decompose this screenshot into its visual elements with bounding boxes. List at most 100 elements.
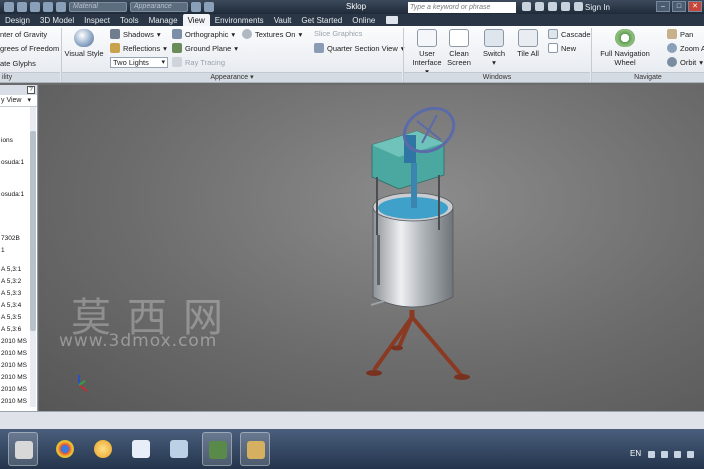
cascade-button[interactable]: Cascade	[548, 29, 591, 39]
zoom-all-button[interactable]: Zoom A	[667, 43, 704, 53]
tree-item[interactable]: 2010 MS	[1, 386, 27, 393]
tree-item[interactable]: 1	[1, 247, 5, 254]
communication-icon[interactable]	[548, 2, 557, 11]
tree-item[interactable]: A 5,3:3	[1, 290, 21, 297]
switch-window-button[interactable]: Switch ▾	[480, 29, 508, 67]
tree-item[interactable]: ions	[1, 137, 13, 144]
browser-view-select[interactable]: y View	[0, 95, 37, 107]
volume-icon[interactable]	[661, 451, 668, 458]
taskbar-inventor[interactable]	[240, 432, 270, 466]
tab-vault[interactable]: Vault	[269, 14, 297, 26]
search-icon[interactable]	[522, 2, 531, 11]
minimize-button[interactable]: –	[656, 1, 670, 12]
help-search-input[interactable]: Type a keyword or phrase	[408, 2, 516, 13]
user-interface-button[interactable]: User Interface ▾	[410, 29, 444, 76]
subscription-icon[interactable]	[535, 2, 544, 11]
tab-3d-model[interactable]: 3D Model	[35, 14, 79, 26]
appearance-panel-label[interactable]: Appearance ▾	[62, 72, 402, 82]
taskbar-calculator[interactable]	[164, 432, 194, 466]
pan-icon	[667, 29, 677, 39]
select-icon[interactable]	[43, 2, 53, 12]
tab-view[interactable]: View	[182, 14, 210, 26]
return-icon[interactable]	[56, 2, 66, 12]
taskbar-notepad[interactable]	[126, 432, 156, 466]
taskbar-app-orange[interactable]	[88, 432, 118, 466]
tab-online[interactable]: Online	[347, 14, 380, 26]
tile-all-button[interactable]: Tile All	[513, 29, 543, 58]
tab-inspect[interactable]: Inspect	[79, 14, 115, 26]
new-window-button[interactable]: New	[548, 43, 576, 53]
shadows-button[interactable]: Shadows ▾	[110, 29, 161, 39]
slice-graphics-button[interactable]: Slice Graphics	[314, 29, 362, 38]
inventor-icon	[247, 441, 265, 459]
taskbar-chrome[interactable]	[50, 432, 80, 466]
tab-design[interactable]: Design	[0, 14, 35, 26]
lighting-style-select[interactable]: Two Lights	[110, 57, 168, 68]
tree-item[interactable]: 2010 MS	[1, 338, 27, 345]
close-button[interactable]: ✕	[688, 1, 702, 12]
browser-help-icon[interactable]: ?	[27, 86, 35, 94]
material-dropdown[interactable]: Material	[69, 2, 127, 12]
taskbar-media-player[interactable]	[8, 432, 38, 466]
taskbar-remote-desktop[interactable]	[202, 432, 232, 466]
model-canvas[interactable]	[39, 85, 704, 411]
ground-plane-button[interactable]: Ground Plane ▾	[172, 43, 238, 53]
ribbon-options-icon[interactable]	[386, 16, 399, 24]
pan-button[interactable]: Pan	[667, 29, 693, 39]
tree-item[interactable]: 2010 MS	[1, 350, 27, 357]
user-interface-icon	[417, 29, 437, 47]
tree-item[interactable]: 2010 MS	[1, 398, 27, 405]
language-indicator[interactable]: EN	[630, 449, 641, 458]
tree-item[interactable]: 2010 MS	[1, 362, 27, 369]
media-player-icon	[15, 441, 33, 459]
tree-item[interactable]: A 5,3:6	[1, 326, 21, 333]
tree-item[interactable]: osuda:1	[1, 191, 24, 198]
glyphs-toggle[interactable]: ate Glyphs	[0, 59, 36, 68]
visual-style-button[interactable]: Visual Style	[64, 29, 104, 58]
center-of-gravity-toggle[interactable]: nter of Gravity	[0, 30, 47, 39]
tree-item[interactable]: A 5,3:5	[1, 314, 21, 321]
orbit-button[interactable]: Orbit ▾	[667, 57, 703, 67]
ray-tracing-button[interactable]: Ray Tracing	[172, 57, 225, 67]
reflections-button[interactable]: Reflections ▾	[110, 43, 167, 53]
tab-environments[interactable]: Environments	[210, 14, 269, 26]
remote-desktop-icon	[209, 441, 227, 459]
degrees-of-freedom-toggle[interactable]: grees of Freedom	[0, 44, 59, 53]
flag-icon[interactable]	[687, 451, 694, 458]
tab-get-started[interactable]: Get Started	[296, 14, 347, 26]
tree-item[interactable]: A 5,3:2	[1, 278, 21, 285]
ground-plane-icon	[172, 43, 182, 53]
quick-access-toolbar: Material Appearance	[4, 2, 214, 12]
textures-on-button[interactable]: Textures On ▾	[242, 29, 302, 39]
full-navigation-wheel-button[interactable]: Full Navigation Wheel	[596, 29, 654, 67]
favorites-icon[interactable]	[561, 2, 570, 11]
network-icon[interactable]	[674, 451, 681, 458]
tree-item[interactable]: A 5,3:1	[1, 266, 21, 273]
measure-icon[interactable]	[204, 2, 214, 12]
app-menu-icon[interactable]	[4, 2, 14, 12]
stand	[366, 310, 470, 380]
taskbar	[0, 429, 704, 469]
quarter-section-view-button[interactable]: Quarter Section View▾	[314, 43, 405, 53]
browser-scrollbar[interactable]	[30, 107, 36, 407]
maximize-button[interactable]: □	[672, 1, 686, 12]
tree-item[interactable]: osuda:1	[1, 159, 24, 166]
clean-screen-button[interactable]: Clean Screen	[444, 29, 474, 67]
tab-tools[interactable]: Tools	[115, 14, 144, 26]
tray-arrow-icon[interactable]	[648, 451, 655, 458]
tree-item[interactable]: A 5,3:4	[1, 302, 21, 309]
new-window-icon	[548, 43, 558, 53]
redo-icon[interactable]	[30, 2, 40, 12]
graphics-viewport[interactable]: 莫西网 www.3dmox.com	[39, 85, 704, 411]
undo-icon[interactable]	[17, 2, 27, 12]
view-triad	[78, 375, 88, 392]
tree-item[interactable]: 7302B	[1, 235, 20, 242]
appearance-dropdown[interactable]: Appearance	[130, 2, 188, 12]
scrollbar-thumb[interactable]	[30, 131, 36, 331]
orthographic-button[interactable]: Orthographic ▾	[172, 29, 235, 39]
clear-appearance-icon[interactable]	[191, 2, 201, 12]
sign-in-link[interactable]: Sign In	[585, 3, 610, 12]
tree-item[interactable]: 2010 MS	[1, 374, 27, 381]
user-icon[interactable]	[574, 2, 583, 11]
tab-manage[interactable]: Manage	[144, 14, 183, 26]
